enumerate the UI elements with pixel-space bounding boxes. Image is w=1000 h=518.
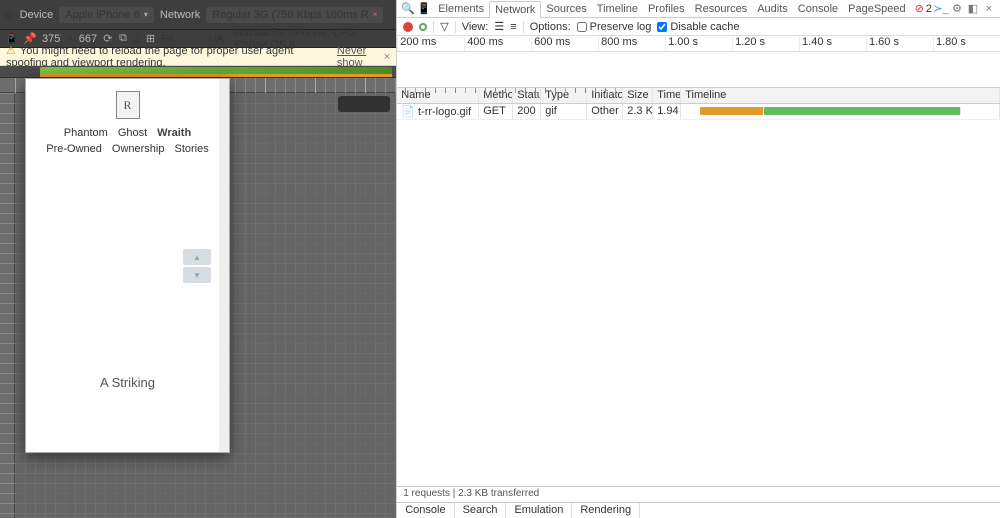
brand-logo[interactable]: R [116,91,140,119]
error-count[interactable]: ⊘2 [915,2,932,15]
view-small-icon[interactable]: ≡ [510,21,516,33]
tab-console[interactable]: Console [793,1,843,17]
view-large-icon[interactable]: ☰ [494,20,504,33]
device-icon[interactable]: 📱 [417,2,431,16]
width-field[interactable]: 375 [42,33,60,45]
ua-label: UA: [209,33,227,45]
col-timeline[interactable]: Timeline [681,88,1000,103]
clear-button[interactable] [419,23,427,31]
search-icon[interactable]: 🔍 [401,2,415,16]
filter-icon[interactable]: ▽ [440,20,448,33]
warning-bar: ⚠You might need to reload the page for p… [0,48,396,66]
close-icon[interactable]: × [982,2,996,16]
tab-resources[interactable]: Resources [690,1,753,17]
record-button[interactable] [403,22,413,32]
nav-wraith[interactable]: Wraith [157,127,191,139]
device-label: Device [20,9,54,21]
fit-label[interactable]: Fit [161,33,173,45]
swap-icon[interactable]: ⟳ [103,33,112,45]
screenshot-timeline[interactable] [0,66,396,78]
tab-elements[interactable]: Elements [433,1,489,17]
console-icon[interactable]: ≻_ [934,2,948,16]
sort-down[interactable]: ▼ [183,267,211,283]
drawer-rendering[interactable]: Rendering [572,503,640,518]
nav-ownership[interactable]: Ownership [112,143,165,155]
never-show-link[interactable]: Never show [337,45,376,69]
drawer-search[interactable]: Search [455,503,507,518]
col-status[interactable]: Status [513,88,541,103]
site-nav: Phantom Ghost Wraith Pre-Owned Ownership… [34,127,221,155]
tab-network[interactable]: Network [489,1,541,19]
page-content: R Phantom Ghost Wraith Pre-Owned Ownersh… [26,79,229,390]
zoom-in[interactable]: + [378,98,384,110]
pin-icon[interactable]: 📌 [24,33,36,45]
tab-timeline[interactable]: Timeline [592,1,643,17]
nav-ghost[interactable]: Ghost [118,127,147,139]
throttle-select[interactable]: Regular 3G (750 Kbps 100ms R× [206,7,383,23]
tab-pagespeed[interactable]: PageSpeed [843,1,911,17]
zoom-value: 1.1 [356,98,371,110]
disable-cache-checkbox[interactable]: Disable cache [657,21,739,33]
warning-icon: ⚠ [6,45,16,57]
network-row[interactable]: 📄 t-rr-logo.gifGET200gifOther2.3 KB1.94 … [397,104,1000,120]
device-canvas[interactable]: − 1.1 + R Phantom Ghost Wraith Pre-Owned… [15,93,396,518]
network-body[interactable]: 📄 t-rr-logo.gifGET200gifOther2.3 KB1.94 … [397,104,1000,486]
drawer-tabs: ConsoleSearchEmulationRendering [397,502,1000,518]
tab-sources[interactable]: Sources [541,1,591,17]
devtools-panel: 🔍 📱 ElementsNetworkSourcesTimelineProfil… [396,0,1000,518]
network-toolbar: ▽ View: ☰ ≡ Options: Preserve log Disabl… [397,18,1000,36]
tab-audits[interactable]: Audits [752,1,793,17]
ruler-vertical [0,93,15,518]
preserve-log-checkbox[interactable]: Preserve log [577,21,652,33]
fit-icon[interactable]: ⊞ [146,33,155,45]
page-headline: A Striking [34,375,221,390]
nav-phantom[interactable]: Phantom [64,127,108,139]
device-toolbar: ◎ Device Apple iPhone 6▾ Network Regular… [0,0,396,30]
gear-icon[interactable]: ⚙ [950,2,964,16]
devtools-tabs: 🔍 📱 ElementsNetworkSourcesTimelineProfil… [397,0,1000,18]
device-select[interactable]: Apple iPhone 6▾ [59,7,154,23]
network-columns: Name Method Status Type Initiator Size T… [397,88,1000,104]
device-scrollbar[interactable] [219,79,229,452]
dock-icon[interactable]: ◧ [966,2,980,16]
nav-stories[interactable]: Stories [174,143,208,155]
sort-up[interactable]: ▲ [183,249,211,265]
network-ruler[interactable]: 200 ms400 ms600 ms800 ms1.00 s1.20 s1.40… [397,36,1000,52]
col-name[interactable]: Name [397,88,479,103]
dpr-icon[interactable]: ⧉ [118,33,127,45]
device-mode-pane: ◎ Device Apple iPhone 6▾ Network Regular… [0,0,396,518]
inspect-icon[interactable]: ◎ [4,8,14,21]
network-overview[interactable] [397,52,1000,88]
col-size[interactable]: Size [623,88,653,103]
network-status: 1 requests | 2.3 KB transferred [397,486,1000,502]
network-label: Network [160,9,200,21]
sort-buttons: ▲ ▼ [183,249,211,285]
zoom-control: − 1.1 + [338,96,390,112]
tab-profiles[interactable]: Profiles [643,1,690,17]
rotate-icon[interactable]: 📱 [6,33,18,45]
close-warning[interactable]: × [384,51,390,63]
device-frame[interactable]: R Phantom Ghost Wraith Pre-Owned Ownersh… [25,78,230,453]
nav-preowned[interactable]: Pre-Owned [46,143,102,155]
height-field[interactable]: 667 [79,33,97,45]
col-time[interactable]: Time [653,88,681,103]
dpr-value: 2 [134,33,140,45]
drawer-emulation[interactable]: Emulation [506,503,572,518]
zoom-out[interactable]: − [344,98,350,110]
drawer-console[interactable]: Console [397,503,454,518]
